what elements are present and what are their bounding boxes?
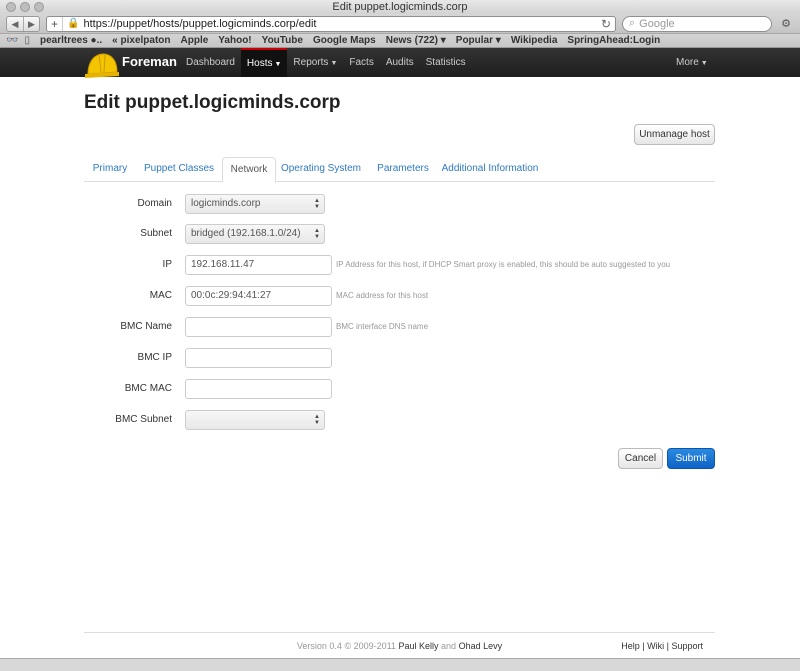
bmc-subnet-select[interactable]: ▲ ▼ bbox=[185, 410, 325, 430]
tab-additional-information[interactable]: Additional Information bbox=[439, 157, 541, 182]
unmanage-host-button[interactable]: Unmanage host bbox=[634, 124, 715, 145]
nav-dashboard[interactable]: Dashboard bbox=[180, 48, 241, 77]
forward-arrow-icon[interactable]: ▶ bbox=[23, 16, 39, 31]
bookmark-item[interactable]: Wikipedia bbox=[511, 35, 558, 46]
nav-facts[interactable]: Facts bbox=[343, 48, 379, 77]
bmc-subnet-row: BMC Subnet ▲ ▼ bbox=[0, 410, 800, 430]
brand-name[interactable]: Foreman bbox=[122, 54, 177, 69]
bookmark-item[interactable]: pearltrees ●.. bbox=[40, 35, 102, 46]
bmc-name-input[interactable] bbox=[185, 317, 332, 337]
nav-statistics[interactable]: Statistics bbox=[420, 48, 472, 77]
browser-status-bar bbox=[0, 658, 800, 671]
bookmarks-bar: 👓 ▯ pearltrees ●.. « pixelpaton Apple Ya… bbox=[0, 34, 800, 48]
help-link[interactable]: Help bbox=[621, 641, 640, 651]
window-title: Edit puppet.logicminds.corp bbox=[332, 1, 468, 13]
search-icon: ⌕ bbox=[629, 17, 636, 29]
chevron-down-icon: ▼ bbox=[274, 61, 282, 68]
nav-more[interactable]: More ▼ bbox=[676, 48, 708, 78]
mac-label: MAC bbox=[149, 290, 172, 301]
bmc-name-row: BMC Name BMC interface DNS name bbox=[0, 317, 800, 337]
author-link-paul[interactable]: Paul Kelly bbox=[398, 641, 438, 651]
support-link[interactable]: Support bbox=[671, 641, 703, 651]
bookmark-item[interactable]: Google Maps bbox=[313, 35, 376, 46]
tab-puppet-classes[interactable]: Puppet Classes bbox=[136, 157, 222, 182]
version-text: Version 0.4 © 2009-2011 bbox=[296, 641, 396, 651]
author-link-ohad[interactable]: Ohad Levy bbox=[459, 641, 503, 651]
bookmark-item[interactable]: Popular ▾ bbox=[456, 35, 501, 46]
cancel-button[interactable]: Cancel bbox=[618, 448, 663, 469]
domain-select[interactable]: logicminds.corp ▲ ▼ bbox=[185, 194, 325, 214]
address-bar[interactable]: + 🔒 https://puppet/hosts/puppet.logicmin… bbox=[46, 15, 616, 32]
form-tabs: Primary Puppet Classes Network Operating… bbox=[84, 157, 715, 183]
tab-primary[interactable]: Primary bbox=[84, 157, 136, 182]
lock-icon: 🔒 bbox=[67, 18, 80, 29]
bmc-mac-row: BMC MAC bbox=[0, 379, 800, 399]
hard-hat-logo-icon[interactable] bbox=[84, 52, 120, 80]
domain-label: Domain bbox=[137, 198, 172, 209]
tab-network[interactable]: Network bbox=[222, 157, 276, 183]
nav-hosts[interactable]: Hosts ▼ bbox=[240, 48, 288, 77]
url-text[interactable]: https://puppet/hosts/puppet.logicminds.c… bbox=[83, 18, 596, 30]
chevron-down-icon: ▼ bbox=[700, 60, 708, 67]
gear-icon[interactable]: ⚙ bbox=[778, 17, 794, 31]
bookmark-item[interactable]: « pixelpaton bbox=[112, 35, 170, 46]
search-field[interactable]: ⌕ Google bbox=[622, 15, 772, 32]
nav-reports[interactable]: Reports ▼ bbox=[287, 48, 343, 77]
bookmark-item[interactable]: Apple bbox=[181, 35, 209, 46]
bmc-subnet-label: BMC Subnet bbox=[115, 414, 172, 425]
ip-hint: IP Address for this host, if DHCP Smart … bbox=[336, 260, 671, 269]
subnet-select[interactable]: bridged (192.168.1.0/24) ▲ ▼ bbox=[185, 224, 325, 244]
chevron-down-icon: ▼ bbox=[330, 60, 338, 67]
bmc-ip-input[interactable] bbox=[185, 348, 332, 368]
bookmark-item[interactable]: News (722) ▾ bbox=[386, 35, 446, 46]
reading-list-icon[interactable]: 👓 bbox=[6, 35, 18, 46]
tab-parameters[interactable]: Parameters bbox=[367, 157, 439, 182]
bmc-ip-row: BMC IP bbox=[0, 348, 800, 368]
footer-links: Help | Wiki | Support bbox=[621, 641, 703, 651]
page-title: Edit puppet.logicminds.corp bbox=[84, 92, 341, 113]
bookmark-item[interactable]: YouTube bbox=[262, 35, 303, 46]
bmc-mac-input[interactable] bbox=[185, 379, 332, 399]
add-bookmark-icon[interactable]: + bbox=[51, 16, 64, 31]
minimize-window-icon[interactable] bbox=[20, 2, 30, 12]
mac-input[interactable]: 00:0c:29:94:41:27 bbox=[185, 286, 332, 306]
submit-button[interactable]: Submit bbox=[667, 448, 715, 469]
subnet-label: Subnet bbox=[140, 228, 172, 239]
window-controls[interactable] bbox=[6, 2, 44, 12]
mac-hint: MAC address for this host bbox=[336, 291, 429, 300]
ip-label: IP bbox=[162, 259, 172, 270]
bmc-mac-label: BMC MAC bbox=[124, 383, 172, 394]
page-footer: Version 0.4 © 2009-2011 Paul Kelly and O… bbox=[84, 632, 715, 658]
bmc-name-hint: BMC interface DNS name bbox=[336, 322, 429, 331]
bookmarks-book-icon[interactable]: ▯ bbox=[24, 35, 30, 46]
back-arrow-icon[interactable]: ◀ bbox=[7, 17, 23, 31]
bookmark-item[interactable]: SpringAhead:Login bbox=[567, 35, 660, 46]
app-navbar: Foreman Dashboard Hosts ▼ Reports ▼ Facts … bbox=[0, 48, 800, 80]
mac-row: MAC 00:0c:29:94:41:27 MAC address for th… bbox=[0, 286, 800, 306]
window-titlebar: Edit puppet.logicminds.corp bbox=[0, 0, 800, 14]
bmc-name-label: BMC Name bbox=[120, 321, 172, 332]
ip-input[interactable]: 192.168.11.47 bbox=[185, 255, 332, 275]
bmc-ip-label: BMC IP bbox=[137, 352, 172, 363]
select-arrows-icon: ▲ ▼ bbox=[314, 414, 320, 426]
wiki-link[interactable]: Wiki bbox=[647, 641, 664, 651]
close-window-icon[interactable] bbox=[6, 2, 16, 12]
main-nav: Dashboard Hosts ▼ Reports ▼ Facts Audits S… bbox=[180, 48, 472, 77]
tab-operating-system[interactable]: Operating System bbox=[278, 157, 364, 182]
bookmark-item[interactable]: Yahoo! bbox=[218, 35, 251, 46]
search-placeholder: Google bbox=[639, 17, 675, 30]
ip-row: IP 192.168.11.47 IP Address for this hos… bbox=[0, 255, 800, 275]
zoom-window-icon[interactable] bbox=[34, 2, 44, 12]
and-text: and bbox=[441, 641, 457, 651]
subnet-row: Subnet bridged (192.168.1.0/24) ▲ ▼ bbox=[0, 224, 800, 244]
reload-icon[interactable]: ↻ bbox=[601, 17, 611, 31]
domain-row: Domain logicminds.corp ▲ ▼ bbox=[0, 194, 800, 214]
nav-audits[interactable]: Audits bbox=[380, 48, 420, 77]
select-arrows-icon: ▲ ▼ bbox=[314, 228, 320, 240]
browser-toolbar: ◀ ▶ + 🔒 https://puppet/hosts/puppet.logi… bbox=[0, 14, 800, 34]
select-arrows-icon: ▲ ▼ bbox=[314, 198, 320, 210]
back-forward-buttons[interactable]: ◀ ▶ bbox=[6, 15, 40, 32]
